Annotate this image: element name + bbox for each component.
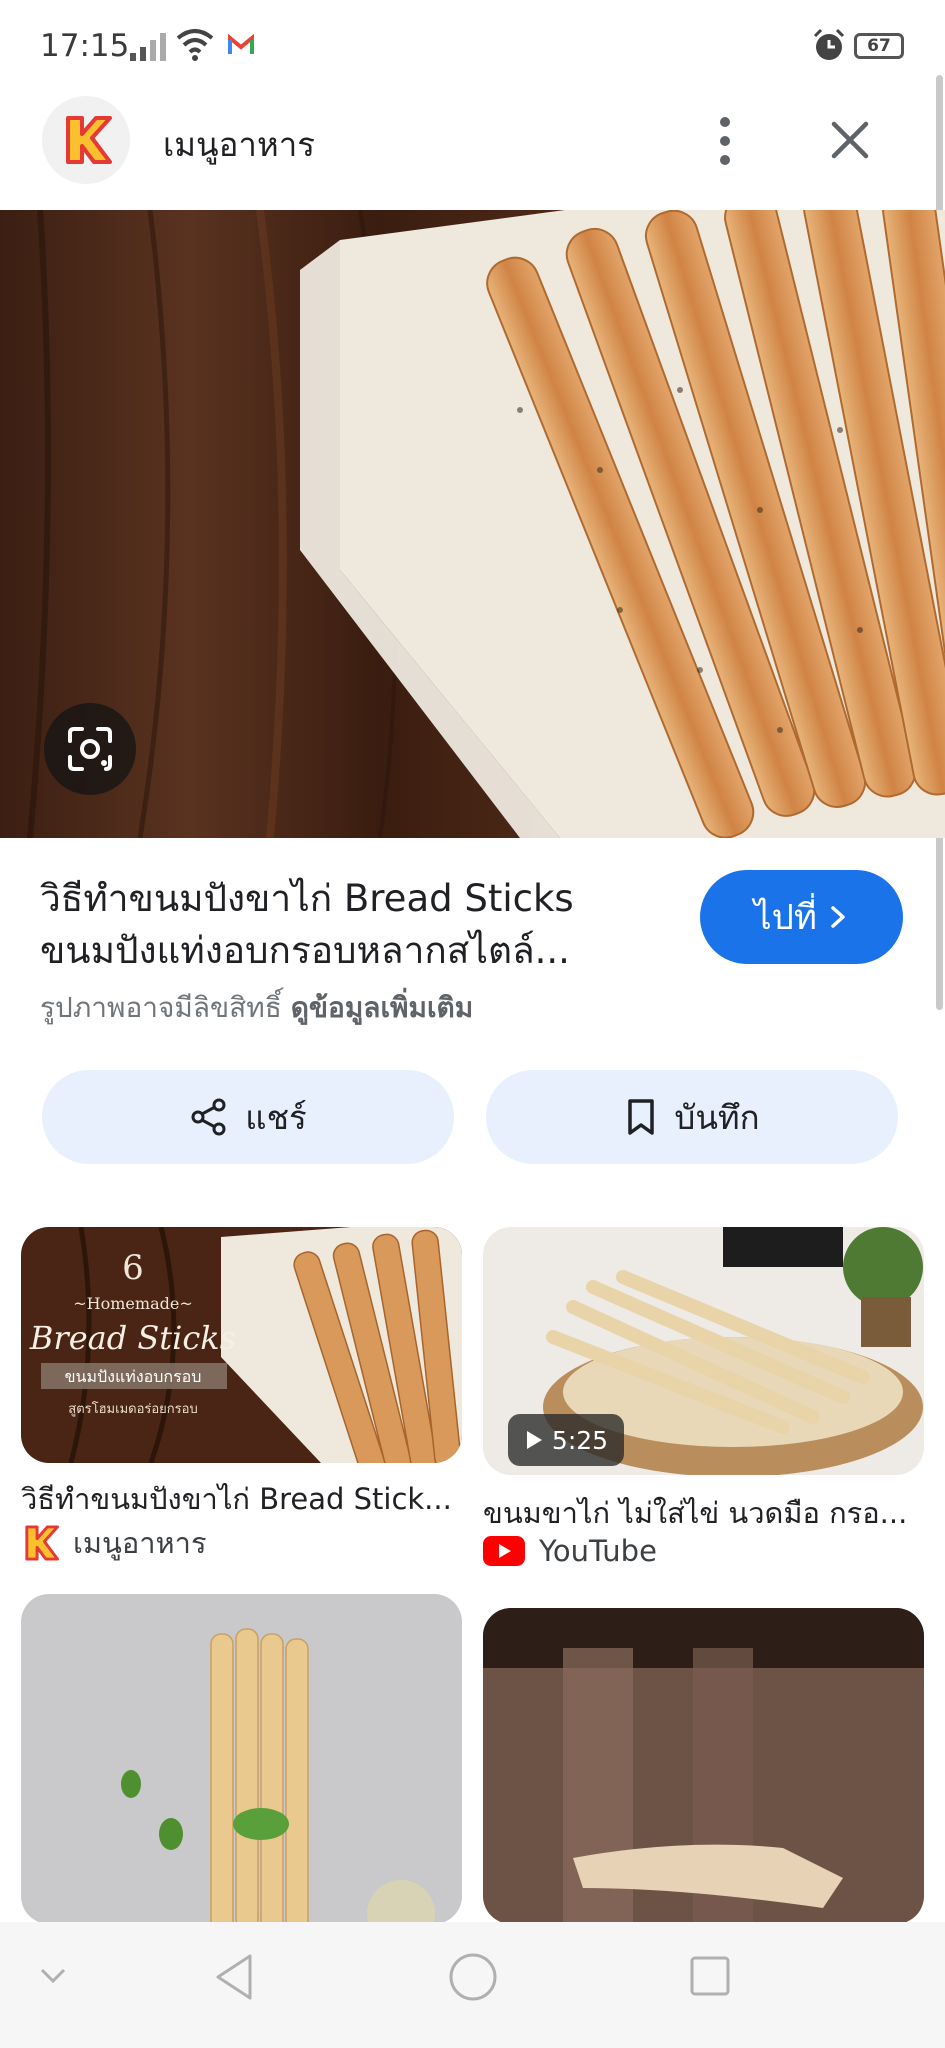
gmail-icon [228, 34, 254, 54]
k-logo-icon [25, 1525, 59, 1561]
thumb-thai: ขนมปังแท่งอบกรอบ [65, 1367, 202, 1386]
related-caption-1[interactable]: วิธีทำขนมปังขาไก่ Bread Stick... [21, 1476, 462, 1522]
back-icon[interactable] [212, 1952, 256, 2002]
wifi-icon [176, 29, 214, 61]
visit-label: ไปที่ [754, 897, 817, 938]
related-source-1[interactable]: เมนูอาหาร [21, 1520, 207, 1566]
system-nav-bar [0, 1922, 945, 2048]
bookmark-icon [628, 1099, 655, 1135]
preview-image[interactable] [0, 210, 945, 838]
alarm-icon [813, 28, 845, 60]
result-title[interactable]: วิธีทำขนมปังขาไก่ Bread Sticks ขนมปังแท่… [40, 873, 660, 977]
breadsticks-photo [0, 210, 945, 838]
lens-search-button[interactable] [44, 703, 136, 795]
copyright-notice: รูปภาพอาจมีลิขสิทธิ์ ดูข้อมูลเพิ่มเติม [40, 986, 473, 1030]
related-source-2[interactable]: YouTube [483, 1534, 657, 1568]
share-label: แชร์ [245, 1097, 307, 1137]
result-title-line2: ขนมปังแท่งอบกรอบหลากสไตล์... [40, 929, 570, 972]
thumb-sub: สูตรโฮมเมดอร่อยกรอบ [68, 1401, 197, 1417]
source-name: เมนูอาหาร [73, 1526, 207, 1560]
site-logo[interactable] [42, 96, 130, 184]
share-icon [191, 1098, 226, 1136]
breadsticks-blurred-thumbnail [483, 1608, 924, 1924]
video-duration-badge: 5:25 [508, 1414, 624, 1466]
related-image-1[interactable]: 6 ~Homemade~ Bread Sticks ขนมปังแท่งอบกร… [21, 1227, 462, 1463]
save-button[interactable]: บันทึก [486, 1070, 898, 1164]
chevron-right-icon [831, 906, 845, 928]
google-lens-icon [68, 727, 112, 771]
thumb-homemade: ~Homemade~ [73, 1294, 192, 1313]
related-caption-2[interactable]: ขนมขาไก่ ไม่ใส่ไข่ นวดมือ กรอ... [483, 1490, 924, 1536]
recent-apps-icon[interactable] [688, 1954, 732, 1998]
copyright-text: รูปภาพอาจมีลิขสิทธิ์ [40, 991, 282, 1024]
duration-text: 5:25 [551, 1425, 609, 1455]
thumb-number: 6 [122, 1248, 144, 1288]
battery-indicator: 67 [854, 33, 904, 59]
thumb-title: Bread Sticks [29, 1319, 236, 1357]
status-bar: 17:15 67 [0, 0, 945, 80]
k-logo-icon [66, 116, 112, 164]
breadsticks-thumbnail: 6 ~Homemade~ Bread Sticks ขนมปังแท่งอบกร… [21, 1227, 462, 1463]
breadsticks-herbs-thumbnail [21, 1594, 462, 1924]
visit-button[interactable]: ไปที่ [700, 870, 903, 964]
status-time: 17:15 [40, 28, 130, 64]
chevron-down-icon[interactable] [38, 1966, 68, 1986]
related-image-4[interactable] [483, 1608, 924, 1924]
youtube-icon [483, 1536, 525, 1566]
source-name: YouTube [539, 1534, 657, 1568]
more-options-icon[interactable] [705, 108, 745, 174]
close-icon[interactable] [820, 110, 880, 170]
related-image-3[interactable] [21, 1594, 462, 1924]
save-label: บันทึก [674, 1097, 760, 1137]
share-button[interactable]: แชร์ [42, 1070, 454, 1164]
page-title: เมนูอาหาร [163, 125, 315, 164]
signal-icon [130, 33, 166, 61]
more-info-link[interactable]: ดูข้อมูลเพิ่มเติม [291, 991, 473, 1024]
home-icon[interactable] [448, 1952, 498, 2002]
result-title-line1: วิธีทำขนมปังขาไก่ Bread Sticks [40, 877, 574, 920]
play-icon [526, 1431, 542, 1449]
